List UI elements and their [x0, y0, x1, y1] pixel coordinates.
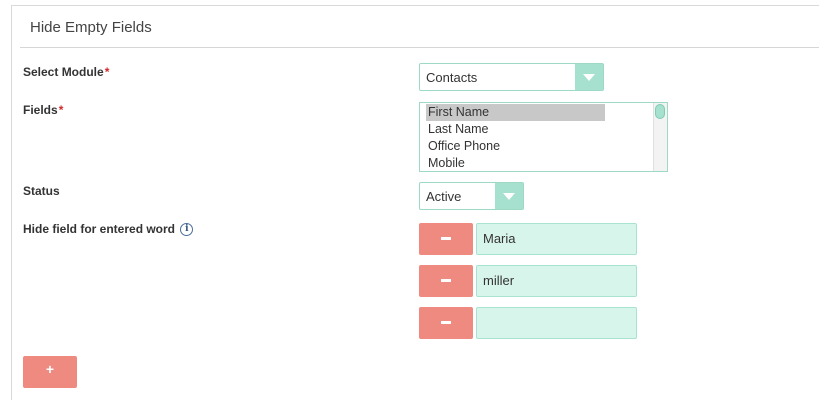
add-word-button[interactable]: + [23, 356, 77, 388]
hide-word-input-3[interactable] [476, 307, 637, 339]
fields-multiselect[interactable]: First Name Last Name Office Phone Mobile [419, 102, 668, 172]
required-mark: * [58, 103, 64, 117]
hide-word-input-2[interactable]: miller [476, 265, 637, 297]
title-divider [20, 47, 819, 48]
select-module-label: Select Module* [23, 65, 109, 79]
remove-word-button-1[interactable] [419, 223, 473, 255]
hide-word-label: Hide field for entered word i [23, 222, 194, 237]
remove-word-button-3[interactable] [419, 307, 473, 339]
status-select[interactable]: Active [419, 182, 524, 210]
fields-scrollbar[interactable] [653, 103, 667, 171]
fields-option-last-name[interactable]: Last Name [426, 121, 605, 138]
required-mark: * [104, 65, 110, 79]
fields-option-office-phone[interactable]: Office Phone [426, 138, 605, 155]
info-icon[interactable]: i [180, 223, 194, 237]
fields-label-text: Fields [23, 103, 58, 117]
remove-word-button-2[interactable] [419, 265, 473, 297]
fields-option-mobile[interactable]: Mobile [426, 155, 605, 171]
status-label: Status [23, 184, 60, 198]
page-title: Hide Empty Fields [30, 19, 152, 36]
module-select-value: Contacts [426, 70, 478, 85]
fields-label: Fields* [23, 103, 63, 117]
module-select[interactable]: Contacts [419, 63, 604, 91]
status-select-value: Active [426, 189, 462, 204]
hide-word-label-text: Hide field for entered word [23, 222, 176, 236]
dropdown-arrow-icon[interactable] [495, 183, 523, 209]
dropdown-arrow-icon[interactable] [575, 64, 603, 90]
panel-frame [11, 5, 819, 400]
hide-word-input-1[interactable]: Maria [476, 223, 637, 255]
select-module-label-text: Select Module [23, 65, 104, 79]
fields-option-first-name[interactable]: First Name [426, 104, 605, 121]
scrollbar-thumb[interactable] [655, 104, 665, 119]
